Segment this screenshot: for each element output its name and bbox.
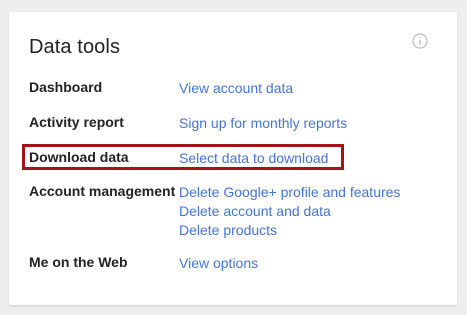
- delete-products-link[interactable]: Delete products: [179, 221, 400, 240]
- card-title: Data tools: [29, 36, 121, 58]
- view-options-link[interactable]: View options: [179, 254, 258, 273]
- row-label: Activity report: [29, 114, 124, 130]
- sign-up-monthly-reports-link[interactable]: Sign up for monthly reports: [179, 114, 347, 133]
- info-icon[interactable]: [412, 33, 428, 49]
- row-label: Account management: [29, 183, 176, 199]
- view-account-data-link[interactable]: View account data: [179, 79, 293, 98]
- delete-google-plus-profile-link[interactable]: Delete Google+ profile and features: [179, 183, 400, 202]
- highlight-box: [22, 144, 344, 170]
- row-label: Me on the Web: [29, 254, 128, 270]
- row-label: Dashboard: [29, 79, 103, 95]
- delete-account-and-data-link[interactable]: Delete account and data: [179, 202, 400, 221]
